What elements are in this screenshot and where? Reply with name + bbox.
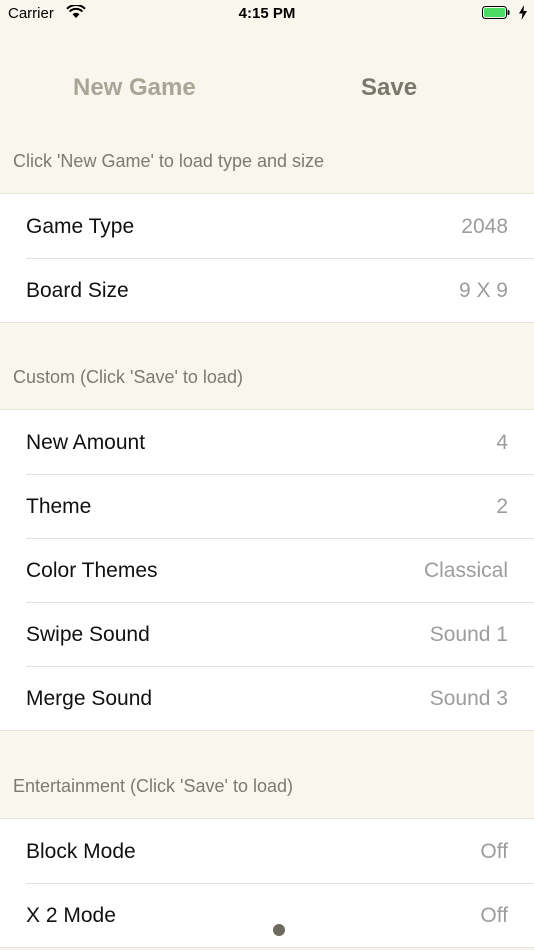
game-settings-group: Game Type 2048 Board Size 9 X 9 xyxy=(0,193,534,323)
row-value: Classical xyxy=(423,559,508,582)
swipe-sound-row[interactable]: Swipe Sound Sound 1 xyxy=(0,602,534,666)
row-label: Theme xyxy=(26,495,92,518)
row-value: Off xyxy=(480,904,508,927)
row-label: New Amount xyxy=(26,431,146,454)
custom-section-header: Custom (Click 'Save' to load) xyxy=(13,367,243,387)
battery-icon xyxy=(482,6,510,19)
row-label: Block Mode xyxy=(26,840,136,863)
entertainment-settings-group: Block Mode Off X 2 Mode Off xyxy=(0,818,534,948)
custom-settings-group: New Amount 4 Theme 2 Color Themes Classi… xyxy=(0,409,534,731)
x2-mode-row[interactable]: X 2 Mode Off xyxy=(0,883,534,947)
row-value: Sound 3 xyxy=(429,687,508,710)
clock: 4:15 PM xyxy=(238,5,296,22)
row-label: Swipe Sound xyxy=(26,623,150,646)
board-size-row[interactable]: Board Size 9 X 9 xyxy=(0,258,534,322)
color-themes-row[interactable]: Color Themes Classical xyxy=(0,538,534,602)
row-value: Off xyxy=(480,840,508,863)
entertainment-section-header: Entertainment (Click 'Save' to load) xyxy=(13,776,293,796)
theme-row[interactable]: Theme 2 xyxy=(0,474,534,538)
row-label: Merge Sound xyxy=(26,687,153,710)
row-value: 4 xyxy=(496,431,508,454)
row-label: Board Size xyxy=(26,279,129,302)
row-value: 2 xyxy=(496,495,508,518)
row-label: Game Type xyxy=(26,215,135,238)
charging-bolt-icon xyxy=(519,5,527,20)
row-value: 9 X 9 xyxy=(458,279,508,302)
row-value: 2048 xyxy=(461,215,508,238)
row-label: Color Themes xyxy=(26,559,158,582)
block-mode-row[interactable]: Block Mode Off xyxy=(0,819,534,883)
toolbar: New Game Save xyxy=(0,60,534,120)
game-type-row[interactable]: Game Type 2048 xyxy=(0,194,534,258)
new-game-button[interactable]: New Game xyxy=(73,74,196,102)
save-button[interactable]: Save xyxy=(361,74,417,102)
game-section-header: Click 'New Game' to load type and size xyxy=(13,151,325,171)
new-amount-row[interactable]: New Amount 4 xyxy=(0,410,534,474)
assistive-touch-dot[interactable] xyxy=(273,924,285,936)
merge-sound-row[interactable]: Merge Sound Sound 3 xyxy=(0,666,534,730)
status-bar: Carrier 4:15 PM xyxy=(0,0,534,28)
row-label: X 2 Mode xyxy=(26,904,116,927)
row-value: Sound 1 xyxy=(429,623,508,646)
